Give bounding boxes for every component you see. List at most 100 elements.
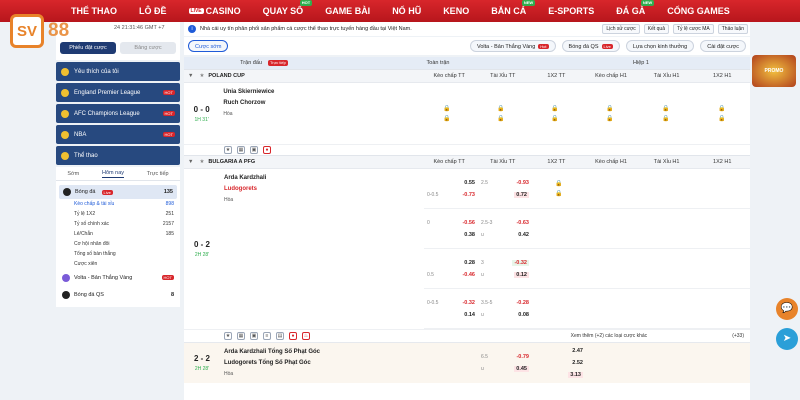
bet-history-button[interactable]: Lịch sử cược xyxy=(602,24,640,34)
sidebar-item-nba[interactable]: NBA HOT xyxy=(56,125,180,144)
lineup-icon[interactable]: ≡ xyxy=(263,332,271,340)
odds-type-select[interactable]: Tỷ lệ cược MA xyxy=(673,24,714,34)
live-tag[interactable]: Trực tiếp xyxy=(267,60,288,66)
odds-value[interactable]: -0.32 xyxy=(512,259,529,266)
over-under-cell[interactable]: 2.5 -0.93 0.72 xyxy=(478,169,532,208)
site-logo[interactable]: SV 88 xyxy=(10,14,69,48)
star-icon[interactable]: ★ xyxy=(199,159,204,165)
nav-esports[interactable]: E-SPORTS xyxy=(537,0,605,22)
odds-value[interactable]: 2.52 xyxy=(572,360,583,366)
odds-value[interactable]: 0.08 xyxy=(518,312,529,318)
results-button[interactable]: Kết quả xyxy=(643,24,669,34)
odds-value[interactable]: -0.46 xyxy=(462,272,475,278)
handicap-cell[interactable]: 0-0.5 -0.32 0.14 xyxy=(424,289,478,328)
league-header[interactable]: ▼ ★ POLAND CUP Kèo chấp TT Tài Xỉu TT 1X2 … xyxy=(184,69,750,82)
over-under-cell[interactable]: 3.5-5 -0.28 u 0.08 xyxy=(478,289,532,328)
bet-settings-button[interactable]: Cài đặt cược xyxy=(700,40,746,52)
sidebar-item-virtual-football[interactable]: Bóng đá QS 8 xyxy=(56,286,180,303)
tv-icon[interactable]: ▣ xyxy=(250,332,258,340)
fire-icon[interactable]: ♨ xyxy=(302,332,310,340)
nav-cockfight[interactable]: ĐÁ GÀ NEW xyxy=(605,0,656,22)
over-under-cell[interactable]: 2.5-3 -0.63 u 0.42 xyxy=(478,209,532,248)
away-team: Ludogorets Tổng Số Phạt Góc xyxy=(224,360,311,366)
odds-value[interactable]: -0.73 xyxy=(462,192,475,198)
market-correct-score[interactable]: Tỷ số chính xác 2157 xyxy=(56,219,180,229)
odds-value[interactable]: 0.14 xyxy=(464,312,475,318)
odds-value[interactable]: -0.28 xyxy=(516,300,529,306)
chat-icon[interactable]: 💬 xyxy=(776,298,798,320)
odds-value[interactable]: 0.45 xyxy=(514,366,529,372)
market-handicap-ou[interactable]: Kèo chấp & tài xỉu 898 xyxy=(56,199,180,209)
nav-sports[interactable]: THỂ THAO xyxy=(60,0,128,22)
nav-slots[interactable]: NỔ HŨ xyxy=(381,0,432,22)
handicap-cell[interactable]: 0.28 0.5 -0.46 xyxy=(424,249,478,288)
chevron-down-icon[interactable]: ▼ xyxy=(188,159,193,165)
nav-casino[interactable]: LIVE CASINO xyxy=(178,0,252,22)
odds-value[interactable]: 0.55 xyxy=(464,180,475,186)
odds-value[interactable]: -0.63 xyxy=(516,220,529,226)
odds-value[interactable]: 0.28 xyxy=(464,260,475,266)
tv-icon[interactable]: ▣ xyxy=(250,146,258,154)
league-header[interactable]: ▼ ★ BULGARIA A PFG Kèo chấp TT Tài Xỉu TT … xyxy=(184,155,750,168)
odds-value[interactable]: 0.12 xyxy=(514,271,529,278)
nav-fishing[interactable]: BẮN CÁ NEW xyxy=(480,0,537,22)
odds-value[interactable]: 3.13 xyxy=(568,372,583,378)
live-icon[interactable]: ● xyxy=(263,146,271,154)
main-menu: THỂ THAO LÔ ĐỀ LIVE CASINO QUAY SỐ HOT GAM… xyxy=(60,0,741,22)
nav-card-games[interactable]: GAME BÀI xyxy=(314,0,381,22)
star-icon[interactable]: ★ xyxy=(199,73,204,79)
stats-icon[interactable]: ▦ xyxy=(237,146,245,154)
market-1x2[interactable]: Tỷ lệ 1X2 251 xyxy=(56,209,180,219)
sidebar-item-afc[interactable]: AFC Champions League HOT xyxy=(56,104,180,123)
sidebar-item-volta[interactable]: Volta - Bản Thắng Vàng HOT xyxy=(56,269,180,286)
tab-early[interactable]: Sớm xyxy=(67,171,79,177)
odds-value[interactable]: -0.56 xyxy=(462,220,475,226)
col-1x2-ft: 1X2 TT xyxy=(547,159,566,165)
handicap-cell[interactable]: 0 -0.56 0.38 xyxy=(424,209,478,248)
odds-value[interactable]: -0.93 xyxy=(516,180,529,186)
star-icon[interactable]: ★ xyxy=(224,146,232,154)
volta-button[interactable]: Volta - Bản Thắng Vàng Hot xyxy=(469,40,556,52)
over-under-cell[interactable]: 6.5 -0.79 u 0.45 xyxy=(478,343,532,383)
odds-value[interactable]: 2.47 xyxy=(572,348,583,354)
tab-today[interactable]: Hôm nay xyxy=(102,170,125,178)
handicap-cell[interactable]: 0.55 0-0.5 -0.73 xyxy=(424,169,478,208)
odds-value[interactable]: 0.42 xyxy=(518,232,529,238)
more-markets-count[interactable]: (+33) xyxy=(732,333,744,339)
sport-football[interactable]: Bóng đá Live 135 xyxy=(59,185,177,199)
odds-table: Trận đấu Trực tiếp Toàn trận Hiệp 1 ▼ ★ POL… xyxy=(184,57,750,400)
nav-keno[interactable]: KENO xyxy=(432,0,480,22)
sidebar-item-sports[interactable]: Thể thao xyxy=(56,146,180,165)
tab-bet-list[interactable]: Bảng cược xyxy=(120,42,176,54)
tab-live[interactable]: Trực tiếp xyxy=(147,171,169,177)
sidebar-item-favorites[interactable]: Yêu thích của tôi xyxy=(56,62,180,81)
odds-value[interactable]: 0.72 xyxy=(514,191,529,198)
market-total-goals[interactable]: Tổng số bàn thắng xyxy=(56,249,180,259)
more-markets-link[interactable]: Xem thêm (+2) các loại cược khác xyxy=(571,333,648,339)
market-odd-even[interactable]: Lẻ/Chẵn 185 xyxy=(56,229,180,239)
odds-value[interactable]: -0.32 xyxy=(462,300,475,306)
lock-icon: 🔒 xyxy=(606,116,614,122)
market-select[interactable]: Lựa chọn kinh thưởng xyxy=(625,40,695,52)
chevron-down-icon[interactable]: ▼ xyxy=(188,73,193,79)
market-double-chance[interactable]: Cơ hội nhân đôi xyxy=(56,239,180,249)
stats-icon[interactable]: ▦ xyxy=(237,332,245,340)
discussion-button[interactable]: Thảo luận xyxy=(717,24,748,34)
odds-value[interactable]: -0.79 xyxy=(516,354,529,360)
chart-icon[interactable]: ▤ xyxy=(276,332,284,340)
live-icon[interactable]: ● xyxy=(289,332,297,340)
telegram-icon[interactable]: ➤ xyxy=(776,328,798,350)
market-parlay[interactable]: Cược xiên xyxy=(56,259,180,269)
promo-banner[interactable]: PROMO xyxy=(752,55,796,87)
sidebar-item-epl[interactable]: England Premier League HOT xyxy=(56,83,180,102)
over-under-cell[interactable]: 3 -0.32 u 0.12 xyxy=(478,249,532,288)
nav-number-draw[interactable]: QUAY SỐ HOT xyxy=(252,0,315,22)
star-icon[interactable]: ★ xyxy=(224,332,232,340)
nav-game-portal[interactable]: CỔNG GAMES xyxy=(656,0,741,22)
match-row: 0 - 2 2H 28' Arda Kardzhali Ludogorets Hò… xyxy=(184,168,750,329)
1x2-cell[interactable]: 2.47 2.52 3.13 xyxy=(532,343,586,383)
nav-lottery[interactable]: LÔ ĐỀ xyxy=(128,0,178,22)
early-bet-button[interactable]: Cược sớm xyxy=(188,40,229,52)
odds-value[interactable]: 0.38 xyxy=(464,232,475,238)
virtual-football-button[interactable]: Bóng đá QS Live xyxy=(561,40,620,52)
